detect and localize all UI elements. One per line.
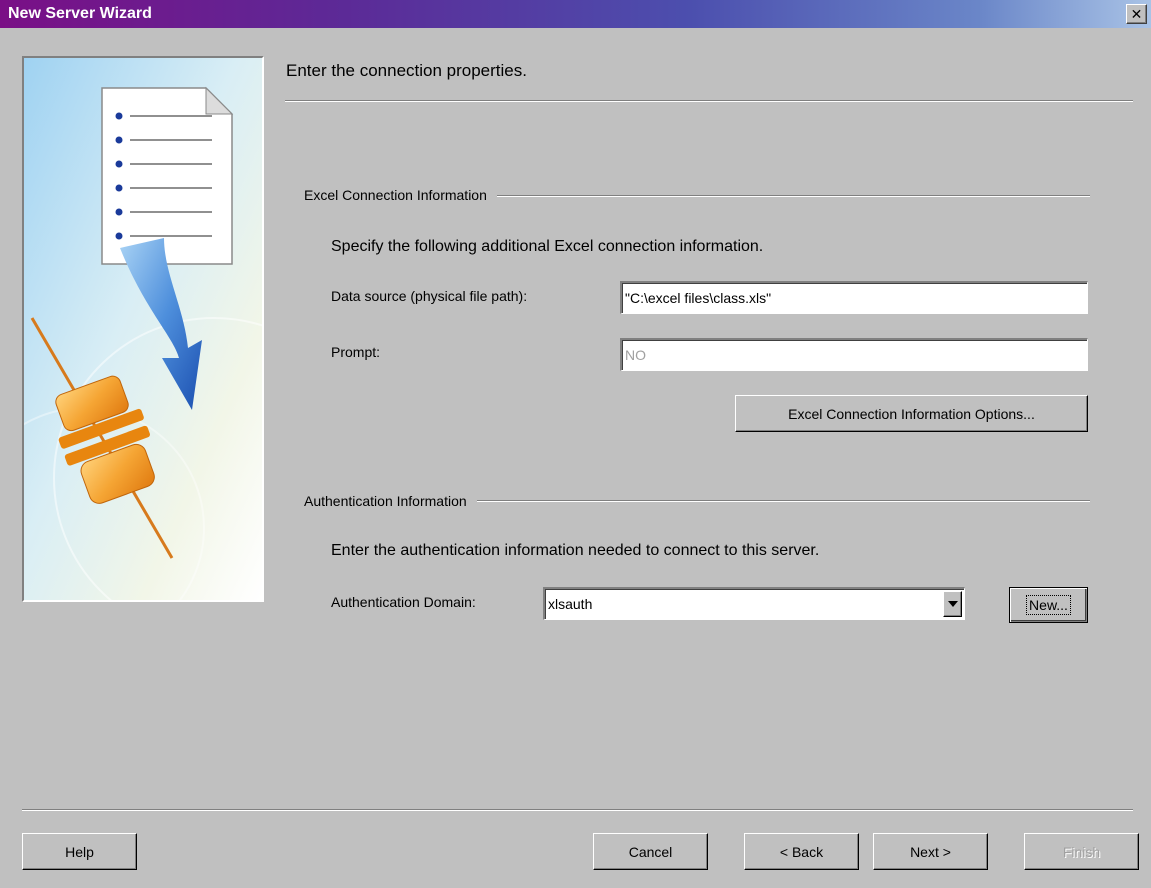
- page-heading: Enter the connection properties.: [286, 61, 527, 80]
- help-button-label: Help: [65, 843, 94, 860]
- prompt-label: Prompt:: [331, 344, 381, 360]
- next-button-label: Next >: [910, 843, 951, 860]
- finish-button[interactable]: Finish: [1024, 833, 1139, 870]
- document-to-connector-icon: [24, 58, 262, 600]
- data-source-label: Data source (physical file path):: [331, 288, 528, 304]
- new-domain-button[interactable]: New...: [1009, 587, 1088, 623]
- help-button[interactable]: Help: [22, 833, 137, 870]
- close-icon: ✕: [1130, 6, 1143, 22]
- auth-domain-label: Authentication Domain:: [331, 594, 476, 610]
- auth-domain-select[interactable]: xlsauth: [543, 587, 965, 620]
- new-domain-button-label: New...: [1026, 595, 1071, 615]
- back-button[interactable]: < Back: [744, 833, 859, 870]
- heading-divider: [285, 100, 1133, 102]
- wizard-illustration: [22, 56, 264, 602]
- footer-divider: [22, 809, 1133, 811]
- data-source-input[interactable]: "C:\excel files\class.xls": [620, 281, 1088, 314]
- cancel-button-label: Cancel: [628, 843, 673, 860]
- excel-options-button-label: Excel Connection Information Options...: [788, 405, 1035, 422]
- next-button[interactable]: Next >: [873, 833, 988, 870]
- auth-domain-dropdown-button[interactable]: [943, 591, 962, 617]
- chevron-down-icon: [947, 601, 958, 607]
- title-bar: New Server Wizard ✕: [0, 0, 1151, 28]
- excel-instruction: Specify the following additional Excel c…: [331, 238, 764, 255]
- excel-options-button[interactable]: Excel Connection Information Options...: [735, 395, 1088, 432]
- auth-instruction: Enter the authentication information nee…: [331, 542, 820, 559]
- auth-section-label: Authentication Information: [304, 493, 477, 509]
- excel-section-label: Excel Connection Information: [304, 187, 497, 203]
- close-button[interactable]: ✕: [1126, 4, 1147, 24]
- auth-domain-value: xlsauth: [548, 596, 593, 612]
- cancel-button[interactable]: Cancel: [593, 833, 708, 870]
- back-button-label: < Back: [779, 843, 824, 860]
- prompt-input[interactable]: NO: [620, 338, 1088, 371]
- finish-button-label: Finish: [1062, 843, 1101, 860]
- window-title: New Server Wizard: [8, 5, 152, 22]
